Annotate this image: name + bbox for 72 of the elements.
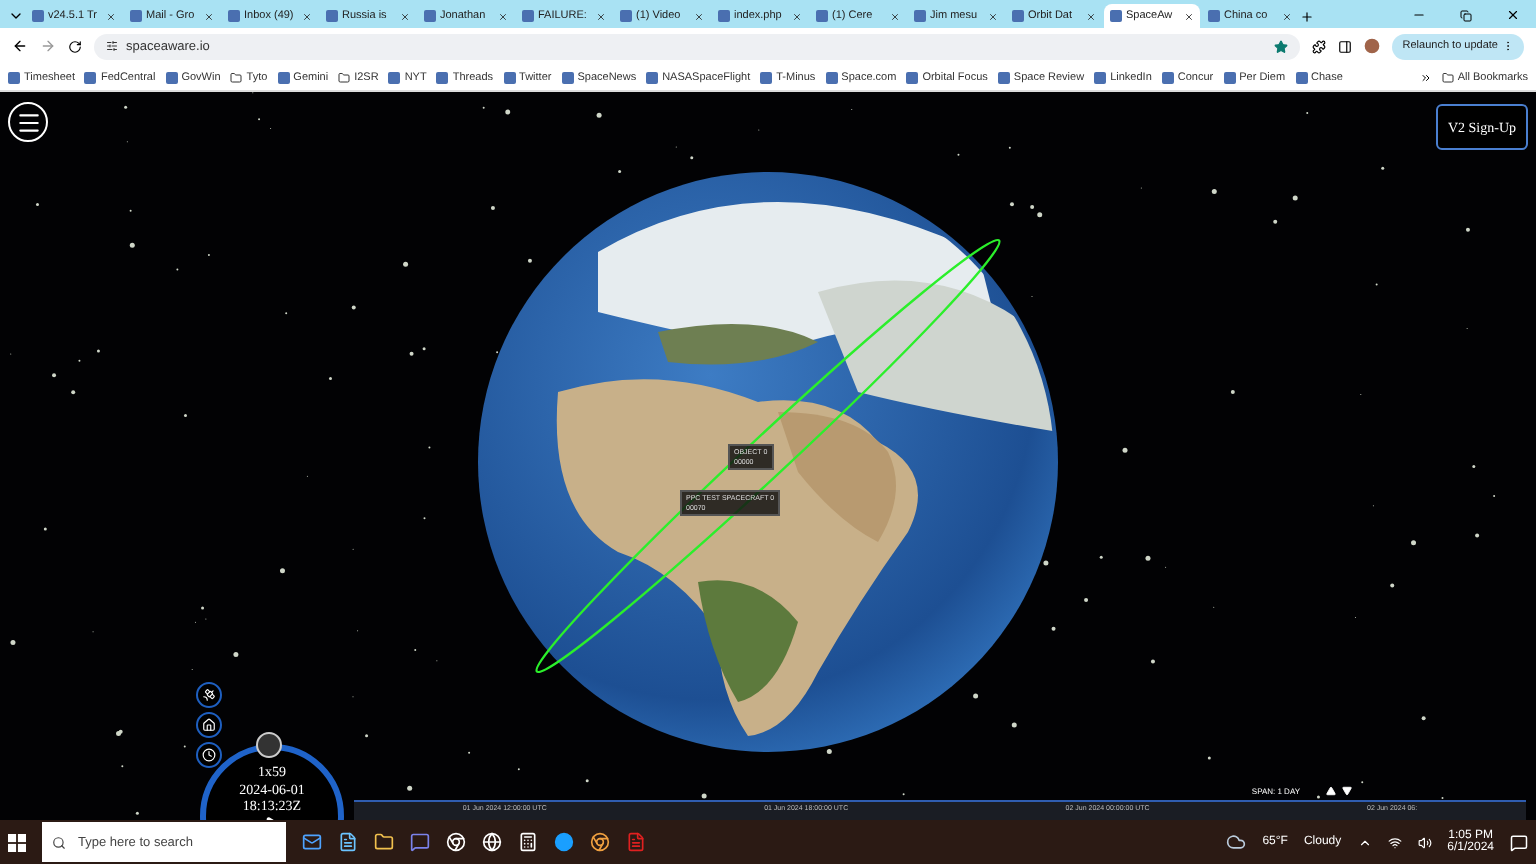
browser-app-icon[interactable] [590, 832, 610, 852]
site-icon [165, 71, 178, 83]
reload-icon[interactable] [68, 39, 82, 53]
forward-icon[interactable] [40, 38, 56, 54]
site-icon [760, 71, 773, 83]
tray-expand-icon[interactable] [1357, 835, 1372, 849]
site-icon [503, 71, 516, 83]
site-icon [997, 71, 1010, 83]
site-icon [130, 10, 142, 22]
extensions-icon[interactable] [1312, 39, 1327, 53]
clock-button[interactable] [196, 742, 222, 768]
cloud-icon [1226, 832, 1247, 852]
site-icon [620, 10, 632, 22]
profile-avatar[interactable] [1364, 38, 1381, 54]
chat-app-icon[interactable] [410, 832, 430, 852]
folder-icon[interactable] [374, 832, 394, 852]
site-icon [388, 71, 401, 83]
site-icon [906, 71, 919, 83]
more-bookmarks-icon[interactable] [1419, 71, 1432, 83]
windows-start-icon[interactable] [8, 833, 26, 851]
back-icon[interactable] [12, 38, 28, 54]
site-icon [424, 10, 436, 22]
site-icon [277, 71, 290, 83]
minimize-icon[interactable] [1412, 8, 1426, 22]
globe-app-icon[interactable] [482, 832, 502, 852]
site-icon [1208, 10, 1220, 22]
satellite-button[interactable] [196, 682, 222, 708]
site-icon [1161, 71, 1174, 83]
time-slider-handle[interactable] [256, 732, 282, 758]
site-icon [8, 71, 20, 83]
site-icon [228, 10, 240, 22]
home-icon [202, 718, 216, 732]
clock-icon [202, 748, 216, 762]
tab-search-icon[interactable] [8, 8, 24, 24]
app-icon[interactable] [554, 832, 574, 852]
restore-icon[interactable] [1460, 10, 1472, 22]
folder-icon [230, 71, 243, 83]
search-icon [52, 835, 66, 849]
site-icon [914, 10, 926, 22]
new-tab-icon[interactable] [1300, 10, 1314, 24]
satellite-icon [202, 688, 216, 702]
notification-icon[interactable] [1510, 833, 1528, 851]
site-icon [646, 71, 659, 83]
menu-icon [15, 109, 41, 135]
menu-button[interactable] [8, 102, 48, 142]
folder-icon [1441, 71, 1454, 83]
calculator-icon[interactable] [518, 832, 538, 852]
site-icon [436, 71, 449, 83]
document-app-icon[interactable] [338, 832, 358, 852]
home-button[interactable] [196, 712, 222, 738]
wifi-icon[interactable] [1387, 835, 1402, 849]
site-icon [1094, 71, 1107, 83]
site-icon [561, 71, 574, 83]
site-icon [816, 10, 828, 22]
site-icon [1012, 10, 1024, 22]
side-panel-icon[interactable] [1338, 39, 1353, 53]
pdf-app-icon[interactable] [626, 832, 646, 852]
site-icon [1223, 71, 1236, 83]
zoom-in-icon[interactable] [1326, 786, 1336, 796]
mail-app-icon[interactable] [302, 832, 322, 852]
site-icon [522, 10, 534, 22]
folder-icon [338, 71, 351, 83]
site-icon [1295, 71, 1308, 83]
close-icon[interactable] [1506, 8, 1520, 22]
site-icon [326, 10, 338, 22]
site-icon [32, 10, 44, 22]
site-icon [84, 71, 97, 83]
site-icon [1110, 10, 1122, 22]
site-icon [718, 10, 730, 22]
zoom-out-icon[interactable] [1342, 786, 1352, 796]
volume-icon[interactable] [1417, 835, 1432, 849]
site-icon [825, 71, 838, 83]
